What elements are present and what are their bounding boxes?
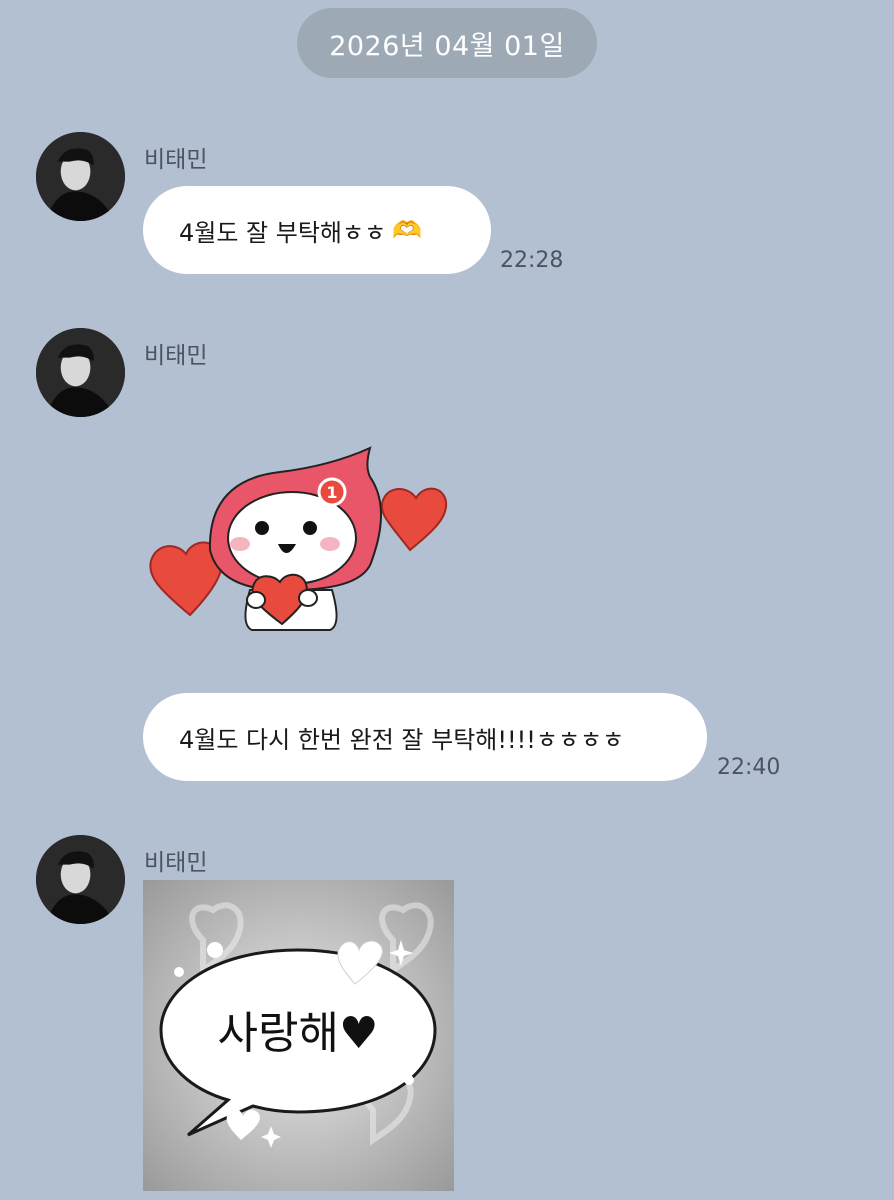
avatar[interactable] bbox=[36, 835, 125, 924]
heart-character-sticker[interactable]: 1 bbox=[140, 440, 460, 640]
avatar[interactable] bbox=[36, 132, 125, 221]
avatar[interactable] bbox=[36, 328, 125, 417]
message-bubble[interactable]: 4월도 잘 부탁해ㅎㅎ 🫶 bbox=[143, 186, 491, 274]
message-time: 22:28 bbox=[500, 248, 564, 273]
heart-hands-icon: 🫶 bbox=[392, 216, 423, 244]
sender-name: 비태민 bbox=[144, 850, 208, 876]
sender-name: 비태민 bbox=[144, 343, 208, 369]
date-label: 2026년 04월 01일 bbox=[329, 30, 565, 62]
message-bubble[interactable]: 4월도 다시 한번 완전 잘 부탁해!!!!ㅎㅎㅎㅎ bbox=[143, 693, 707, 781]
date-divider: 2026년 04월 01일 bbox=[297, 8, 597, 78]
message-text: 4월도 다시 한번 완전 잘 부탁해!!!!ㅎㅎㅎㅎ bbox=[179, 725, 625, 754]
svg-text:1: 1 bbox=[326, 483, 337, 502]
shared-image[interactable]: 사랑해♥ bbox=[143, 880, 454, 1191]
sender-name: 비태민 bbox=[144, 147, 208, 173]
message-text: 4월도 잘 부탁해ㅎㅎ bbox=[179, 218, 387, 247]
message-time: 22:40 bbox=[717, 755, 781, 780]
image-caption: 사랑해♥ bbox=[218, 1008, 379, 1059]
